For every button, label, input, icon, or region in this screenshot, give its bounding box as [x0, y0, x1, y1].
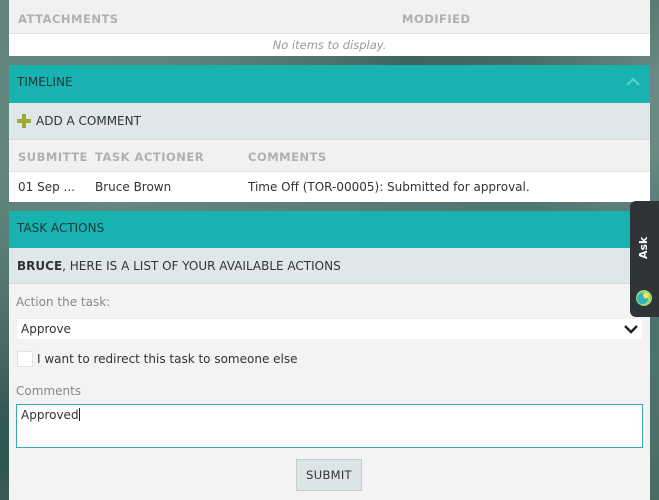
actions-intro-text: , HERE IS A LIST OF YOUR AVAILABLE ACTIO… — [62, 259, 341, 273]
submit-button[interactable]: SUBMIT — [296, 459, 362, 491]
comments-text: Approved — [21, 408, 79, 422]
column-attachments[interactable]: ATTACHMENTS — [18, 12, 119, 26]
ask-michelle-label: Ask Michelle — [637, 236, 650, 260]
attachments-panel: ATTACHMENTS MODIFIED No items to display… — [9, 0, 650, 56]
task-actions-title: TASK ACTIONS — [17, 221, 105, 235]
cell-comment: Time Off (TOR-00005): Submitted for appr… — [248, 180, 530, 194]
comments-label: Comments — [16, 384, 82, 398]
add-comment-button[interactable]: ADD A COMMENT — [9, 103, 650, 140]
chevron-down-icon[interactable] — [624, 324, 638, 334]
action-select[interactable]: Approve — [16, 318, 643, 340]
redirect-label[interactable]: I want to redirect this task to someone … — [37, 352, 298, 366]
timeline-panel: TIMELINE ADD A COMMENT SUBMITTEI TASK AC… — [9, 65, 650, 202]
table-row[interactable]: 01 Sep ... Bruce Brown Time Off (TOR-000… — [9, 172, 650, 202]
action-select-value: Approve — [21, 322, 71, 336]
text-caret — [78, 408, 80, 421]
comments-textarea[interactable]: Approved — [16, 404, 643, 448]
ask-michelle-tab[interactable]: Ask Michelle — [630, 201, 659, 317]
cell-actioner: Bruce Brown — [95, 180, 172, 194]
column-comments[interactable]: COMMENTS — [248, 150, 327, 164]
actions-intro: BRUCE, HERE IS A LIST OF YOUR AVAILABLE … — [9, 248, 650, 284]
assistant-avatar-icon — [636, 290, 652, 306]
action-label: Action the task: — [16, 295, 111, 309]
redirect-checkbox[interactable] — [17, 351, 33, 367]
chevron-up-icon[interactable] — [626, 77, 640, 87]
add-comment-label: ADD A COMMENT — [36, 114, 141, 128]
page-content: ATTACHMENTS MODIFIED No items to display… — [9, 0, 650, 500]
task-actions-panel: TASK ACTIONS BRUCE, HERE IS A LIST OF YO… — [9, 211, 650, 500]
task-actions-header[interactable]: TASK ACTIONS — [9, 211, 650, 248]
column-task-actioner[interactable]: TASK ACTIONER — [95, 150, 204, 164]
timeline-header[interactable]: TIMELINE — [9, 65, 650, 103]
plus-icon — [16, 113, 32, 129]
timeline-title: TIMELINE — [17, 75, 73, 89]
actions-form: Action the task: Approve I want to redir… — [9, 284, 650, 500]
attachments-empty-message: No items to display. — [272, 38, 387, 52]
column-submitted[interactable]: SUBMITTEI — [18, 150, 88, 164]
timeline-table-header: SUBMITTEI TASK ACTIONER COMMENTS — [9, 140, 650, 172]
user-name: BRUCE — [17, 259, 63, 273]
cell-submitted: 01 Sep ... — [18, 180, 75, 194]
column-modified[interactable]: MODIFIED — [402, 12, 471, 26]
attachments-header: ATTACHMENTS MODIFIED — [9, 0, 650, 34]
